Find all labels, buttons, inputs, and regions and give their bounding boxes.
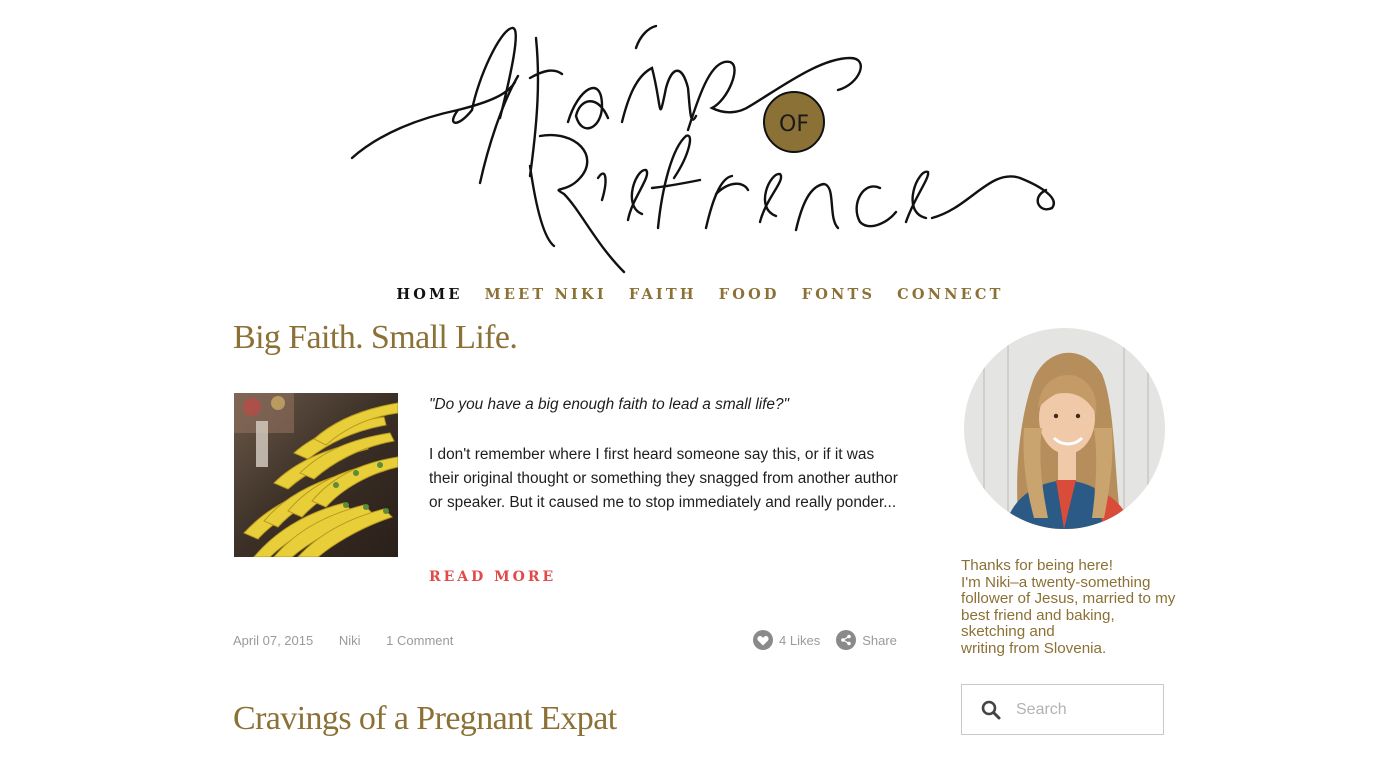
- nav-home[interactable]: HOME: [396, 286, 462, 303]
- bio-line-2: I'm Niki–a twenty-something follower of …: [961, 573, 1176, 640]
- post-title[interactable]: Big Faith. Small Life.: [233, 319, 518, 357]
- post-quote: "Do you have a big enough faith to lead …: [429, 396, 790, 413]
- nav-fonts[interactable]: FONTS: [802, 286, 875, 303]
- post-actions: 4 Likes Share: [753, 630, 913, 650]
- banana-photo-icon: [234, 393, 398, 557]
- post-author-link[interactable]: Niki: [339, 633, 361, 648]
- share-icon: [836, 630, 857, 650]
- post-excerpt: "Do you have a big enough faith to lead …: [429, 393, 899, 515]
- bio-line-1: Thanks for being here!: [961, 557, 1113, 574]
- author-portrait-icon: [964, 328, 1165, 529]
- post-comments-link[interactable]: 1 Comment: [386, 633, 453, 648]
- search-box: [961, 684, 1164, 735]
- share-label: Share: [862, 632, 897, 648]
- logo-badge-text: OF: [779, 112, 809, 137]
- heart-icon: [753, 630, 773, 650]
- main-nav: HOME MEET NIKI FAITH FOOD FONTS CONNECT: [0, 286, 1400, 303]
- nav-food[interactable]: FOOD: [719, 286, 780, 303]
- search-input[interactable]: [1014, 699, 1158, 720]
- post-date: April 07, 2015: [233, 633, 314, 648]
- post-title-2[interactable]: Cravings of a Pregnant Expat: [233, 700, 617, 738]
- nav-connect[interactable]: CONNECT: [897, 286, 1003, 303]
- site-logo[interactable]: OF: [340, 18, 1070, 283]
- likes-count: 4 Likes: [779, 632, 821, 648]
- post-excerpt-text: I don't remember where I first heard som…: [429, 446, 898, 511]
- nav-meet-niki[interactable]: MEET NIKI: [485, 286, 607, 303]
- search-icon[interactable]: [980, 699, 1002, 721]
- post-meta: April 07, 2015 Niki 1 Comment: [233, 633, 475, 648]
- author-avatar: [964, 328, 1165, 529]
- share-button[interactable]: Share: [836, 630, 897, 650]
- nav-faith[interactable]: FAITH: [629, 286, 697, 303]
- read-more-link[interactable]: READ MORE: [429, 569, 556, 585]
- frame-of-reference-logo: OF: [350, 24, 1055, 274]
- like-button[interactable]: 4 Likes: [753, 630, 820, 650]
- bio-line-3: writing from Slovenia.: [961, 639, 1107, 657]
- post-thumbnail[interactable]: [234, 393, 398, 557]
- author-bio: Thanks for being here! I'm Niki–a twenty…: [961, 557, 1176, 657]
